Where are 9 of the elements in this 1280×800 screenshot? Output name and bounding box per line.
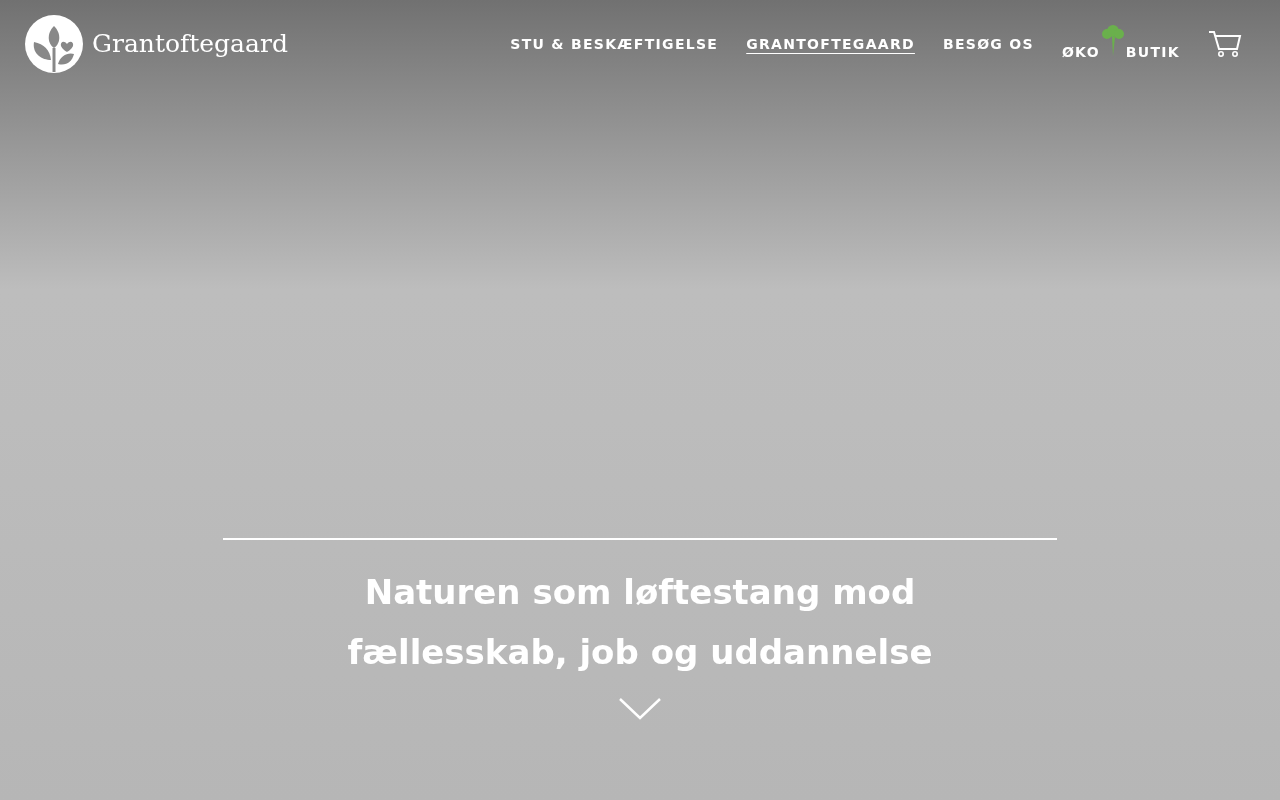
nav-link[interactable]: ØKO BUTIK <box>1061 25 1180 63</box>
logo-link[interactable]: Grantoftegaard <box>24 14 288 74</box>
logo-text: Grantoftegaard <box>92 28 288 61</box>
nav-link[interactable]: STU & BESKÆFTIGELSE <box>510 33 719 55</box>
hero-title: Naturen som løftestang mod fællesskab, job og uddannelse <box>346 571 934 674</box>
nav-link[interactable]: GRANTOFTEGAARD <box>746 33 915 55</box>
nav-link[interactable]: BESØG OS <box>942 33 1034 55</box>
cart-icon[interactable] <box>1208 30 1242 58</box>
leaf-logo-icon <box>24 14 84 74</box>
